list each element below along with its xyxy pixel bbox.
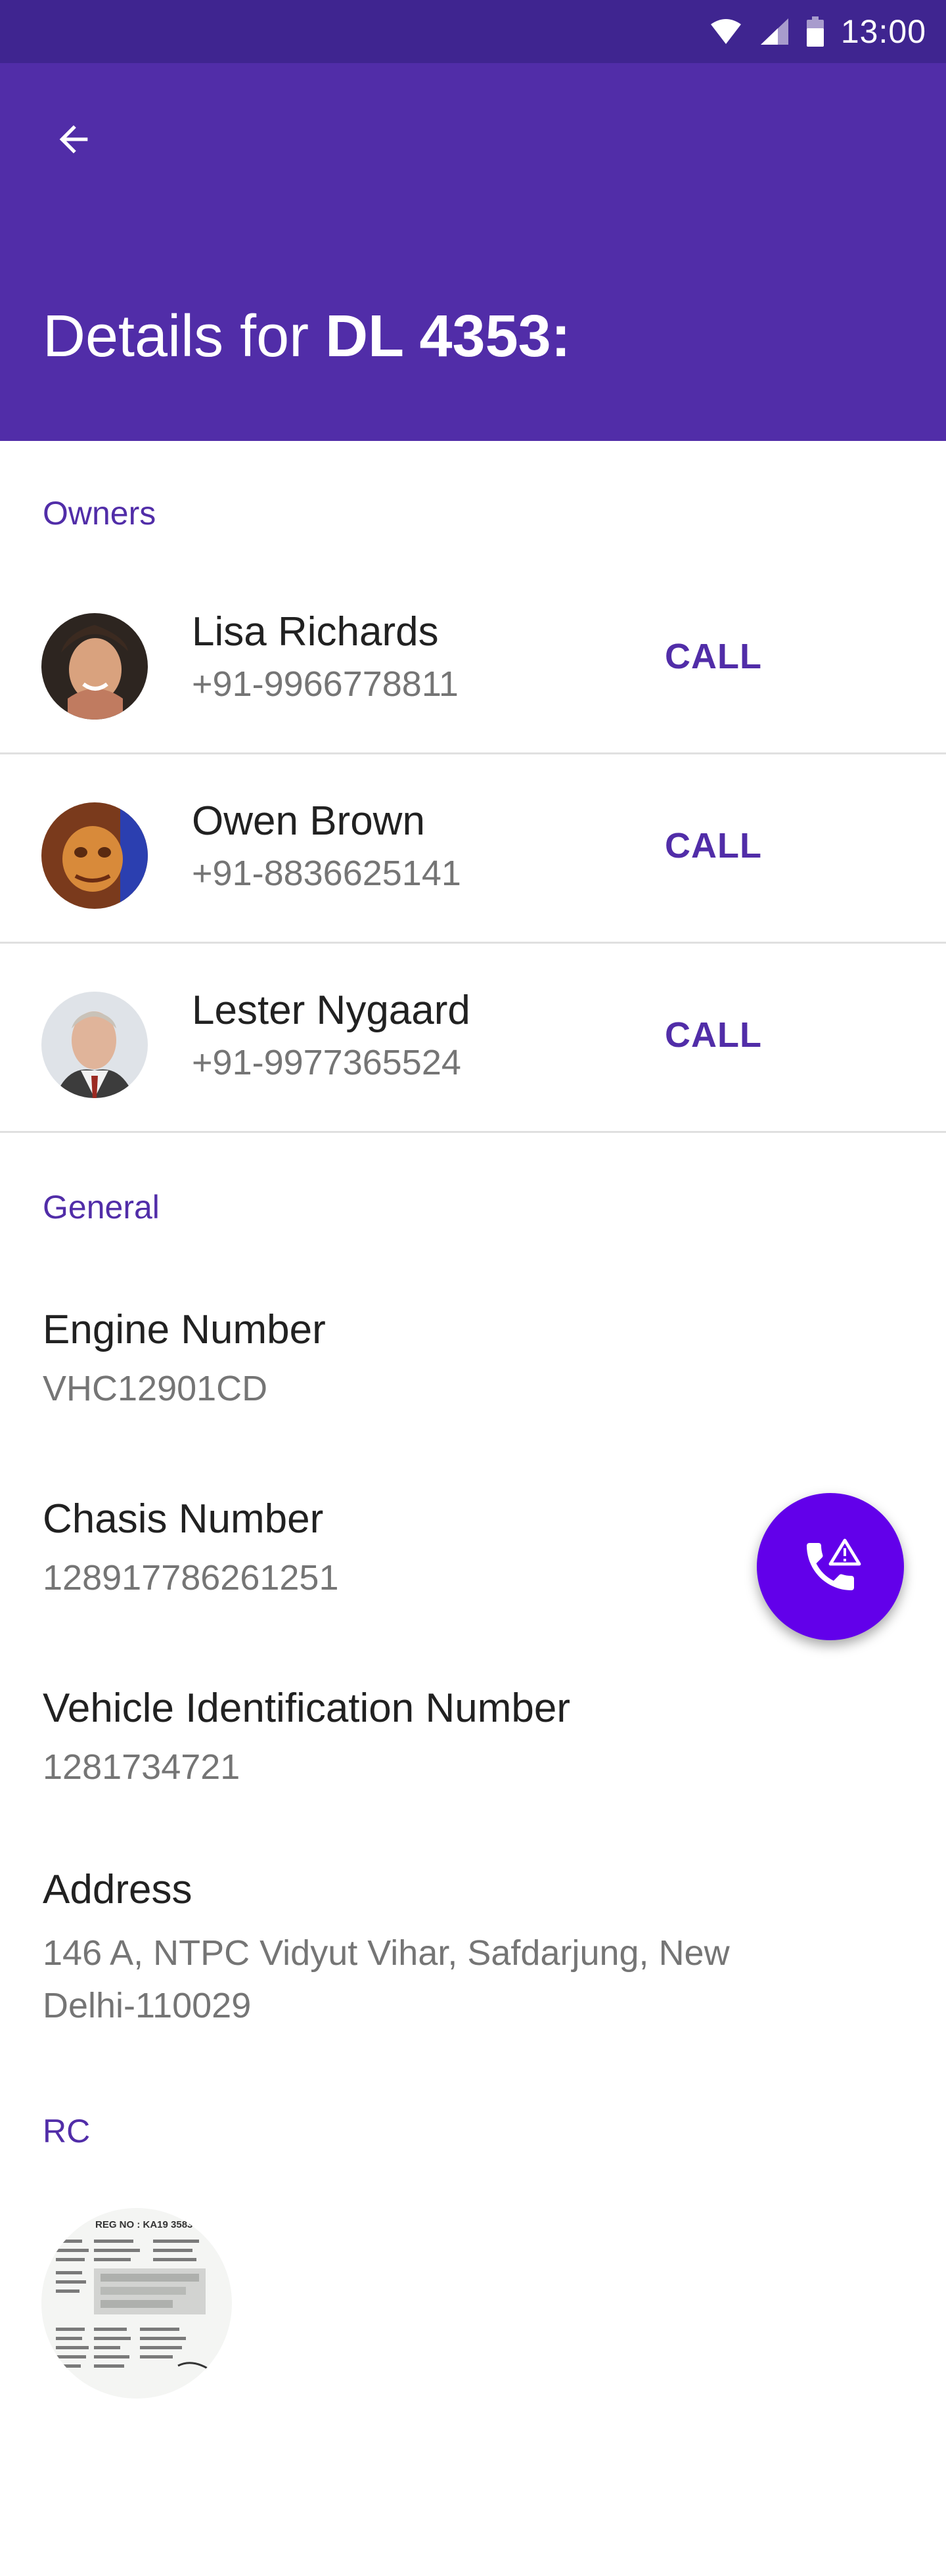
avatar [41, 802, 148, 909]
wifi-icon [710, 19, 741, 44]
owners-section-title: Owners [43, 495, 156, 532]
cell-signal-icon [760, 18, 788, 45]
owner-name: Owen Brown [192, 798, 425, 844]
chasis-number-label: Chasis Number [43, 1496, 324, 1542]
status-time: 13:00 [840, 13, 926, 50]
call-button[interactable]: CALL [665, 636, 762, 677]
vehicle-number: DL 4353: [325, 304, 571, 369]
app-header: Details for DL 4353: [0, 63, 946, 441]
avatar-lester-image [41, 992, 148, 1098]
vehicle-details-screen: 13:00 Details for DL 4353: Owners Lisa R… [0, 0, 946, 2576]
back-button[interactable] [41, 106, 106, 172]
owner-row: Lester Nygaard +91-9977365524 CALL [0, 944, 946, 1133]
emergency-call-icon [807, 1538, 861, 1590]
rc-document-image: REG NO : KA19 3583 [41, 2208, 232, 2399]
call-button[interactable]: CALL [665, 1015, 762, 1055]
avatar-owen-image [41, 802, 148, 909]
engine-number-value: VHC12901CD [43, 1369, 268, 1408]
status-bar: 13:00 [0, 0, 946, 63]
owner-row: Lisa Richards +91-9966778811 CALL [0, 565, 946, 754]
address-value: 146 A, NTPC Vidyut Vihar, Safdarjung, Ne… [43, 1933, 730, 2025]
page-title-prefix: Details for [43, 304, 326, 369]
vin-label: Vehicle Identification Number [43, 1686, 571, 1731]
call-button[interactable]: CALL [665, 825, 762, 866]
battery-icon [806, 16, 824, 47]
avatar [41, 613, 148, 720]
rc-section-title: RC [43, 2113, 91, 2150]
chasis-number-value: 128917786261251 [43, 1558, 339, 1598]
emergency-call-button[interactable] [757, 1493, 904, 1640]
owner-phone: +91-9977365524 [192, 1043, 461, 1082]
owner-name: Lester Nygaard [192, 988, 470, 1033]
page-title: Details for DL 4353: [43, 303, 571, 371]
avatar [41, 992, 148, 1098]
arrow-back-icon [59, 125, 88, 154]
avatar-lisa-image [41, 613, 148, 720]
owner-row: Owen Brown +91-8836625141 CALL [0, 754, 946, 944]
rc-reg-no: REG NO : KA19 3583 [95, 2219, 192, 2230]
vin-value: 1281734721 [43, 1747, 240, 1787]
owner-phone: +91-9966778811 [192, 664, 459, 704]
owner-phone: +91-8836625141 [192, 854, 461, 893]
rc-document-thumbnail[interactable]: REG NO : KA19 3583 [41, 2208, 232, 2399]
engine-number-label: Engine Number [43, 1307, 326, 1352]
general-section-title: General [43, 1189, 160, 1226]
address-label: Address [43, 1867, 192, 1912]
owner-name: Lisa Richards [192, 609, 439, 655]
